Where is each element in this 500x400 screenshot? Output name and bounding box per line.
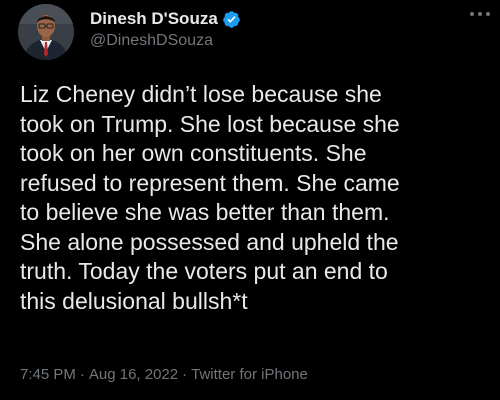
tweet-meta: 7:45 PM · Aug 16, 2022 · Twitter for iPhone (20, 366, 308, 383)
tweet-text: Liz Cheney didn’t lose because she took … (20, 81, 400, 314)
avatar[interactable] (18, 4, 74, 60)
tweet-source[interactable]: Twitter for iPhone (191, 366, 308, 383)
verified-badge-icon (222, 10, 240, 28)
tweet: Dinesh D'Souza @DineshDSouza Liz Cheney … (0, 0, 500, 400)
tweet-time[interactable]: 7:45 PM (20, 366, 76, 383)
avatar-image (18, 4, 74, 60)
more-dot (486, 12, 490, 16)
author-handle[interactable]: @DineshDSouza (90, 32, 213, 50)
more-horizontal-icon[interactable] (470, 10, 490, 18)
more-dot (470, 12, 474, 16)
tweet-date[interactable]: Aug 16, 2022 (89, 366, 178, 383)
meta-separator: · (79, 366, 85, 383)
more-dot (478, 12, 482, 16)
author-name-row: Dinesh D'Souza (90, 8, 241, 30)
meta-separator: · (182, 366, 188, 383)
author-display-name[interactable]: Dinesh D'Souza (90, 9, 218, 29)
